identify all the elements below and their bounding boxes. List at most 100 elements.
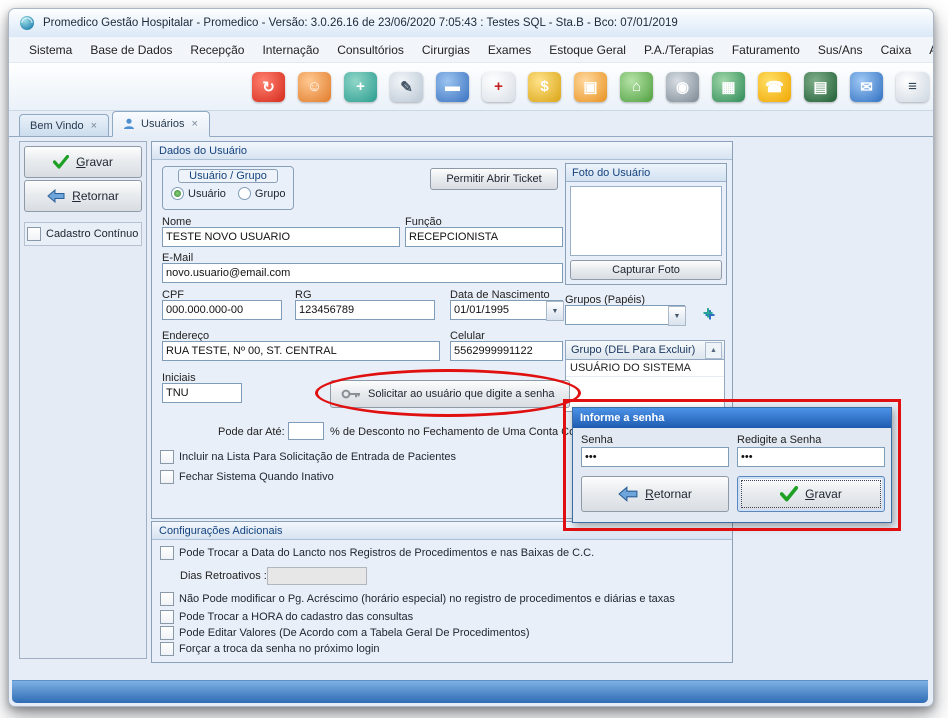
- checkbox-box[interactable]: [160, 642, 174, 656]
- funcao-input[interactable]: [405, 227, 563, 247]
- checkbox-box[interactable]: [160, 610, 174, 624]
- menu-item-internacao[interactable]: Internação: [254, 40, 327, 60]
- senha-input[interactable]: [581, 447, 729, 467]
- nao-pode-modificar-pg-checkbox[interactable]: Não Pode modificar o Pg. Acréscimo (horá…: [160, 592, 675, 606]
- toolbar: ↻ ☺ + ✎ ▬ + $ ▣ ⌂ ◉ ▦ ☎ ▤ ✉ ≡: [9, 63, 933, 111]
- redigite-senha-input[interactable]: [737, 447, 885, 467]
- nascimento-dropdown-icon[interactable]: ▼: [546, 301, 564, 321]
- fechar-sistema-checkbox[interactable]: Fechar Sistema Quando Inativo: [160, 470, 334, 484]
- menu-item-consultorios[interactable]: Consultórios: [329, 40, 412, 60]
- pode-dar-ate-label: Pode dar Até:: [218, 426, 285, 438]
- checkbox-box[interactable]: [160, 626, 174, 640]
- menu-item-recepcao[interactable]: Recepção: [182, 40, 252, 60]
- app-icon[interactable]: [19, 15, 35, 31]
- finance-schedule-icon[interactable]: ▦: [712, 72, 745, 102]
- status-bar: [12, 680, 928, 703]
- ledger-icon[interactable]: ▤: [804, 72, 837, 102]
- key-icon: [341, 388, 361, 400]
- pode-trocar-hora-checkbox[interactable]: Pode Trocar a HORA do cadastro das consu…: [160, 610, 413, 624]
- tab-bar: Bem Vindo × Usuários ×: [9, 111, 933, 137]
- cadastro-continuo-checkbox[interactable]: Cadastro Contínuo: [24, 222, 142, 246]
- message-icon[interactable]: ✉: [850, 72, 883, 102]
- permitir-abrir-ticket-button[interactable]: Permitir Abrir Ticket: [430, 168, 558, 190]
- nome-input[interactable]: [162, 227, 400, 247]
- sort-asc-icon: ▲: [705, 342, 722, 359]
- radio-grupo[interactable]: Grupo: [238, 187, 286, 200]
- grupos-papeis-dropdown-icon[interactable]: ▼: [668, 306, 686, 326]
- rg-input[interactable]: [295, 300, 435, 320]
- cpf-input[interactable]: [162, 300, 282, 320]
- back-arrow-icon: [618, 486, 638, 502]
- phone-icon[interactable]: ☎: [758, 72, 791, 102]
- dialog-retornar-button[interactable]: Retornar: [581, 476, 729, 512]
- prescription-icon[interactable]: ✎: [390, 72, 423, 102]
- checkbox-box[interactable]: [160, 470, 174, 484]
- grupo-list: USUÁRIO DO SISTEMA: [565, 360, 725, 412]
- menu-item-faturamento[interactable]: Faturamento: [724, 40, 808, 60]
- checkbox-box[interactable]: [160, 450, 174, 464]
- retornar-button[interactable]: Retornar: [24, 180, 142, 212]
- solicitar-senha-button[interactable]: Solicitar ao usuário que digite a senha: [330, 380, 570, 408]
- hospital-bed-icon[interactable]: ▬: [436, 72, 469, 102]
- email-input[interactable]: [162, 263, 563, 283]
- senha-label: Senha: [581, 434, 613, 446]
- app-window: Promedico Gestão Hospitalar - Promedico …: [8, 8, 934, 707]
- menu-item-sus-ans[interactable]: Sus/Ans: [810, 40, 871, 60]
- redigite-senha-label: Redigite a Senha: [737, 434, 821, 446]
- endereco-input[interactable]: [162, 341, 440, 361]
- list-item[interactable]: USUÁRIO DO SISTEMA: [566, 360, 724, 377]
- foto-usuario-caption: Foto do Usuário: [566, 164, 726, 182]
- add-group-button[interactable]: +: [694, 300, 722, 326]
- patients-icon[interactable]: ☺: [298, 72, 331, 102]
- dias-retroativos-label: Dias Retroativos :: [180, 570, 267, 582]
- photo-area: [570, 186, 722, 256]
- pharmacy-icon[interactable]: ⌂: [620, 72, 653, 102]
- user-icon: [123, 118, 135, 130]
- sidebar: Gravar Retornar Cadastro Contínuo: [19, 141, 147, 659]
- menu-item-pa-terapias[interactable]: P.A./Terapias: [636, 40, 722, 60]
- iniciais-input[interactable]: [162, 383, 242, 403]
- pode-trocar-data-checkbox[interactable]: Pode Trocar a Data do Lancto nos Registr…: [160, 546, 594, 560]
- checkbox-box[interactable]: [27, 227, 41, 241]
- title-bar[interactable]: Promedico Gestão Hospitalar - Promedico …: [9, 9, 933, 37]
- menu-item-base-de-dados[interactable]: Base de Dados: [82, 40, 180, 60]
- incluir-lista-checkbox[interactable]: Incluir na Lista Para Solicitação de Ent…: [160, 450, 456, 464]
- report-icon[interactable]: ≡: [896, 72, 929, 102]
- menu-item-cirurgias[interactable]: Cirurgias: [414, 40, 478, 60]
- configuracoes-adicionais-group: Configurações Adicionais Pode Trocar a D…: [151, 521, 733, 663]
- tab-bem-vindo[interactable]: Bem Vindo ×: [19, 114, 109, 136]
- menu-item-sistema[interactable]: Sistema: [21, 40, 80, 60]
- menu-item-exames[interactable]: Exames: [480, 40, 539, 60]
- stock-icon[interactable]: ▣: [574, 72, 607, 102]
- grupos-papeis-combo[interactable]: [565, 305, 685, 325]
- close-icon[interactable]: ×: [90, 120, 98, 132]
- check-icon: [53, 155, 69, 169]
- vault-icon[interactable]: ◉: [666, 72, 699, 102]
- support-icon[interactable]: ↻: [252, 72, 285, 102]
- billing-icon[interactable]: $: [528, 72, 561, 102]
- password-dialog-title[interactable]: Informe a senha: [573, 408, 891, 428]
- capturar-foto-button[interactable]: Capturar Foto: [570, 260, 722, 280]
- desconto-input[interactable]: [288, 422, 324, 440]
- forcar-troca-senha-checkbox[interactable]: Forçar a troca da senha no próximo login: [160, 642, 380, 656]
- close-icon[interactable]: ×: [190, 118, 198, 130]
- menu-item-administracao[interactable]: Administra: [921, 40, 934, 60]
- ambulance-icon[interactable]: +: [482, 72, 515, 102]
- checkbox-box[interactable]: [160, 592, 174, 606]
- menu-item-estoque-geral[interactable]: Estoque Geral: [541, 40, 634, 60]
- menu-item-caixa[interactable]: Caixa: [873, 40, 920, 60]
- doctor-icon[interactable]: +: [344, 72, 377, 102]
- grupo-list-header[interactable]: Grupo (DEL Para Excluir) ▲: [565, 340, 725, 360]
- dias-retroativos-input[interactable]: [267, 567, 367, 585]
- dialog-gravar-button[interactable]: Gravar: [737, 476, 885, 512]
- tab-usuarios[interactable]: Usuários ×: [112, 111, 210, 137]
- celular-input[interactable]: [450, 341, 563, 361]
- usuario-grupo-caption: Usuário / Grupo: [178, 169, 278, 183]
- password-dialog: Informe a senha Senha Redigite a Senha R…: [572, 407, 892, 523]
- desconto-suffix-label: % de Desconto no Fechamento de Uma Conta…: [330, 426, 604, 438]
- radio-usuario[interactable]: Usuário: [171, 187, 226, 200]
- gravar-button[interactable]: Gravar: [24, 146, 142, 178]
- dados-usuario-caption: Dados do Usuário: [152, 142, 732, 160]
- pode-editar-valores-checkbox[interactable]: Pode Editar Valores (De Acordo com a Tab…: [160, 626, 530, 640]
- checkbox-box[interactable]: [160, 546, 174, 560]
